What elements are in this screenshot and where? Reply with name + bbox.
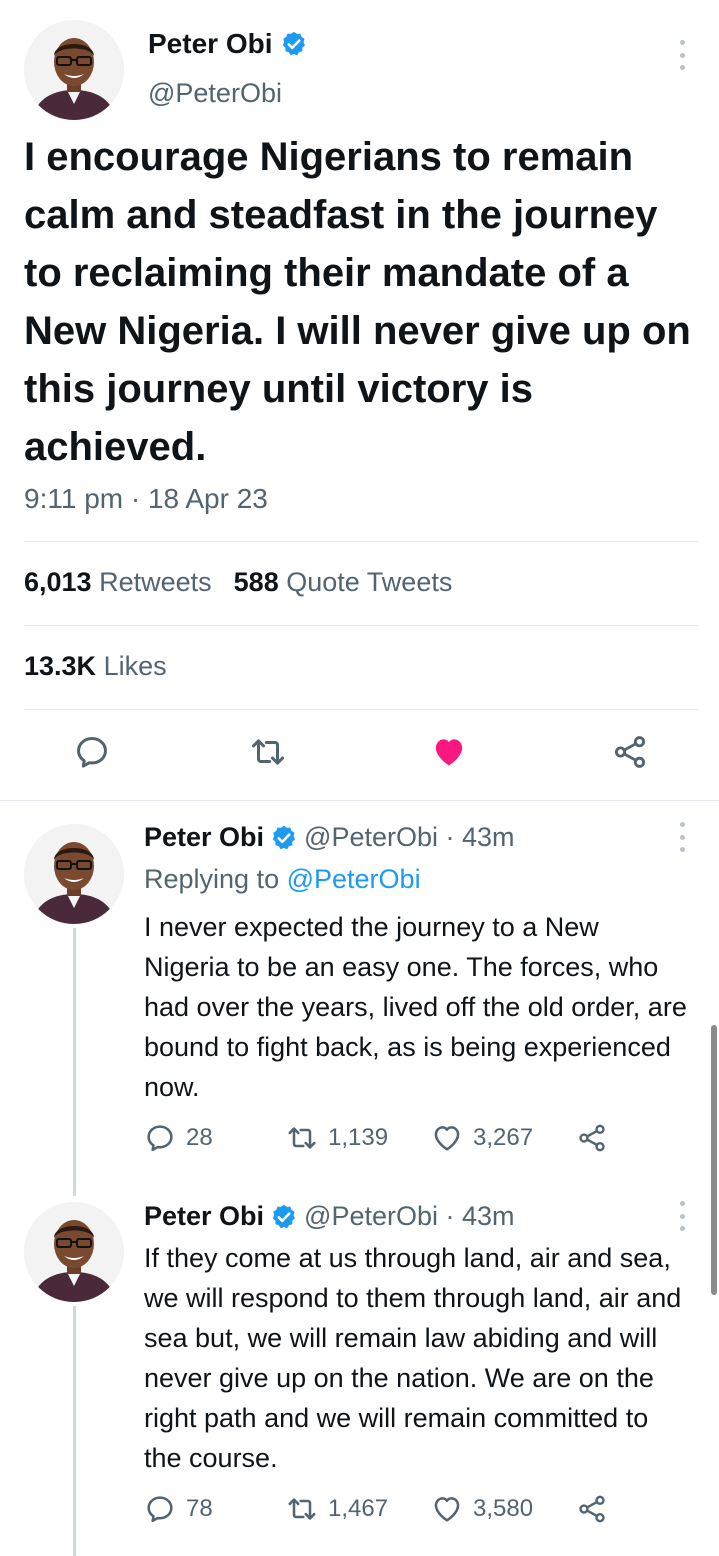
heart-icon bbox=[431, 1493, 463, 1525]
avatar[interactable] bbox=[24, 824, 124, 924]
reply-count: 28 bbox=[186, 1124, 213, 1151]
retweet-icon bbox=[249, 733, 287, 771]
likes-stat[interactable]: 13.3K Likes bbox=[24, 651, 167, 682]
author-meta[interactable]: @PeterObi · 43m bbox=[304, 1201, 514, 1232]
quote-tweets-label: Quote Tweets bbox=[286, 567, 453, 597]
thread-line bbox=[73, 1306, 76, 1556]
reply-text: If they come at us through land, air and… bbox=[144, 1243, 682, 1473]
avatar[interactable] bbox=[24, 20, 124, 120]
reply-icon bbox=[73, 733, 111, 771]
author-name[interactable]: Peter Obi bbox=[144, 822, 264, 853]
retweets-count: 6,013 bbox=[24, 567, 92, 597]
share-button[interactable] bbox=[576, 1493, 608, 1525]
retweet-count: 1,467 bbox=[328, 1495, 389, 1522]
retweet-quote-stats: 6,013 Retweets 588 Quote Tweets bbox=[24, 567, 452, 598]
replying-to-prefix: Replying to bbox=[144, 864, 280, 894]
author-handle[interactable]: @PeterObi bbox=[148, 78, 282, 109]
reply-icon bbox=[144, 1493, 176, 1525]
divider bbox=[0, 800, 719, 801]
reply-action-bar: 78 1,467 3,580 bbox=[144, 1493, 624, 1533]
verified-badge-icon bbox=[270, 824, 298, 852]
author-name-row[interactable]: Peter Obi bbox=[148, 28, 308, 60]
verified-badge-icon bbox=[270, 1203, 298, 1231]
author-name[interactable]: Peter Obi bbox=[144, 1201, 264, 1232]
like-count: 3,580 bbox=[473, 1495, 534, 1522]
more-options-icon[interactable] bbox=[677, 822, 687, 852]
retweet-icon bbox=[286, 1122, 318, 1154]
avatar-image bbox=[24, 1202, 124, 1302]
like-button[interactable]: 3,580 bbox=[431, 1493, 533, 1525]
retweet-button[interactable] bbox=[246, 730, 290, 774]
divider bbox=[24, 541, 699, 542]
retweet-count: 1,139 bbox=[328, 1124, 389, 1151]
reply-action-bar: 28 1,139 3,267 bbox=[144, 1122, 624, 1162]
like-button[interactable] bbox=[427, 730, 471, 774]
like-button[interactable]: 3,267 bbox=[431, 1122, 533, 1154]
retweet-icon bbox=[286, 1493, 318, 1525]
reply-text: I never expected the journey to a New Ni… bbox=[144, 912, 687, 1102]
more-options-icon[interactable] bbox=[677, 40, 687, 70]
verified-badge-icon bbox=[280, 30, 308, 58]
share-button[interactable] bbox=[608, 730, 652, 774]
divider bbox=[24, 709, 699, 710]
share-icon bbox=[611, 733, 649, 771]
replying-to: Replying to @PeterObi bbox=[144, 864, 421, 895]
avatar[interactable] bbox=[24, 1202, 124, 1302]
reply-button[interactable]: 28 bbox=[144, 1122, 213, 1154]
heart-icon bbox=[431, 1122, 463, 1154]
divider bbox=[24, 625, 699, 626]
scrollbar[interactable] bbox=[711, 1025, 717, 1295]
reply-icon bbox=[144, 1122, 176, 1154]
reply-count: 78 bbox=[186, 1495, 213, 1522]
quote-tweets-count: 588 bbox=[233, 567, 279, 597]
like-count: 3,267 bbox=[473, 1124, 534, 1151]
share-icon bbox=[576, 1122, 608, 1154]
likes-count: 13.3K bbox=[24, 651, 97, 681]
reply-header: Peter Obi @PeterObi · 43m bbox=[144, 822, 515, 853]
replying-to-link[interactable]: @PeterObi bbox=[287, 864, 421, 894]
thread-line bbox=[73, 928, 76, 1196]
avatar-image bbox=[24, 20, 124, 120]
author-meta[interactable]: @PeterObi · 43m bbox=[304, 822, 514, 853]
retweets-label: Retweets bbox=[99, 567, 212, 597]
share-icon bbox=[576, 1493, 608, 1525]
author-name[interactable]: Peter Obi bbox=[148, 28, 272, 60]
avatar-image bbox=[24, 824, 124, 924]
reply-button[interactable] bbox=[70, 730, 114, 774]
retweet-button[interactable]: 1,139 bbox=[286, 1122, 388, 1154]
tweet-timestamp[interactable]: 9:11 pm · 18 Apr 23 bbox=[24, 483, 268, 515]
quote-tweets-stat[interactable]: 588 Quote Tweets bbox=[234, 567, 453, 597]
tweet-text: I encourage Nigerians to remain calm and… bbox=[24, 135, 691, 469]
likes-label: Likes bbox=[103, 651, 167, 681]
more-options-icon[interactable] bbox=[677, 1201, 687, 1231]
share-button[interactable] bbox=[576, 1122, 608, 1154]
retweets-stat[interactable]: 6,013 Retweets bbox=[24, 567, 212, 597]
reply-button[interactable]: 78 bbox=[144, 1493, 213, 1525]
reply-header: Peter Obi @PeterObi · 43m bbox=[144, 1201, 515, 1232]
heart-filled-icon bbox=[430, 733, 468, 771]
retweet-button[interactable]: 1,467 bbox=[286, 1493, 388, 1525]
tweet-action-bar bbox=[24, 730, 699, 780]
